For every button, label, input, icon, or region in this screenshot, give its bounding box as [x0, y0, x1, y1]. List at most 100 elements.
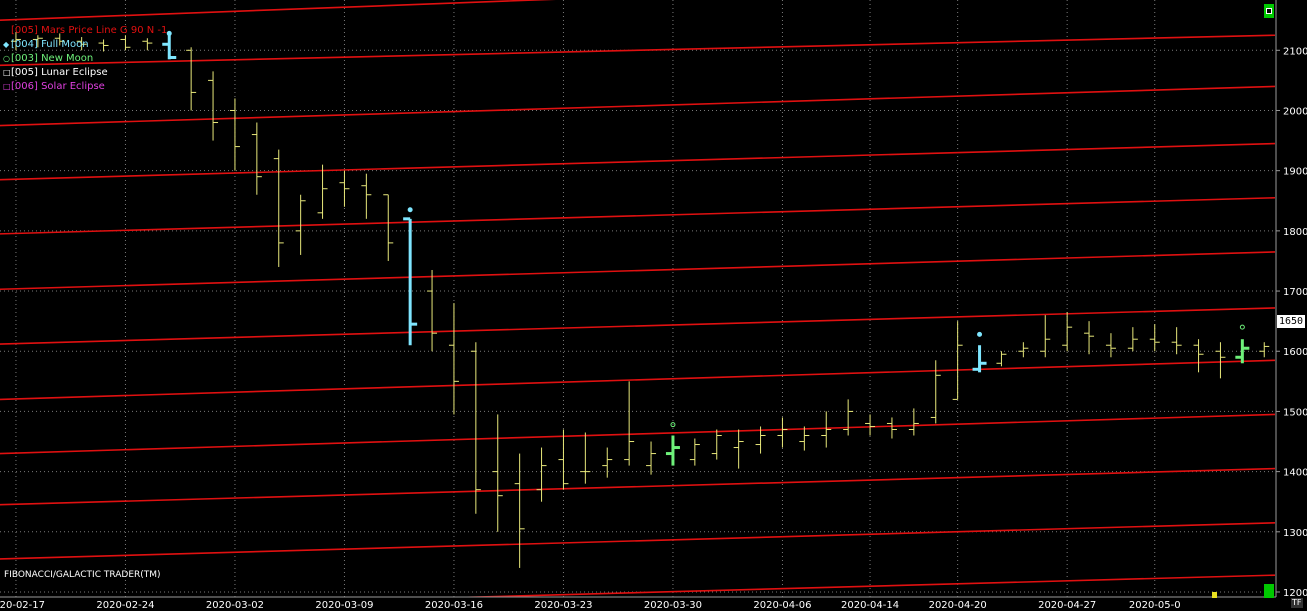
software-label: FIBONACCI/GALACTIC TRADER(TM) [4, 570, 161, 580]
ohlc-bar [799, 426, 810, 451]
window-toggle-icon [1266, 8, 1272, 14]
ohlc-bar [273, 149, 284, 267]
lunar-eclipse-icon: □ [3, 68, 11, 77]
ohlc-bar [777, 417, 788, 448]
x-tick-label: 2020-03-09 [315, 600, 373, 611]
legend-item-new-moon[interactable]: ○ [003] New Moon [3, 52, 167, 66]
bottom-right-corner-box[interactable] [1264, 584, 1274, 598]
ohlc-bar [996, 351, 1007, 367]
ohlc-bar [843, 399, 854, 436]
ohlc-bar [339, 170, 350, 207]
y-tick-label: 1900 [1283, 167, 1307, 178]
last-price-tag: 1650 [1277, 315, 1305, 328]
y-tick-label: 2100 [1283, 46, 1307, 57]
ohlc-bar [1062, 312, 1073, 352]
legend-item-solar-eclipse[interactable]: □ [006] Solar Eclipse [3, 80, 167, 94]
ohlc-bar [821, 411, 832, 448]
solar-eclipse-icon: □ [3, 82, 11, 91]
legend-label-solar-eclipse: [006] Solar Eclipse [11, 81, 105, 92]
legend-item-full-moon[interactable]: ◆ [004] Full Moon [3, 38, 167, 52]
x-tick-label: 2020-03-16 [425, 600, 483, 611]
ohlc-bar [886, 417, 897, 439]
top-right-corner-box[interactable] [1264, 4, 1274, 18]
legend-label-full-moon: [004] Full Moon [11, 39, 89, 50]
ohlc-bar [1105, 333, 1116, 358]
ohlc-bar [317, 164, 328, 219]
x-tick-label: 2020-04-14 [841, 600, 899, 611]
mars-price-line [0, 0, 556, 21]
x-tick-label: 2020-05-0 [1129, 600, 1181, 611]
ohlc-bar [1084, 321, 1095, 355]
y-tick-label: 1800 [1283, 227, 1307, 238]
ohlc-bar [733, 429, 744, 469]
mars-price-line [0, 251, 1276, 291]
legend-label-mars: [005] Mars Price Line G 90 N -1 [11, 25, 168, 36]
full-moon-marker [977, 331, 983, 337]
x-tick-label: 2020-03-02 [206, 600, 264, 611]
ohlc-bar [492, 414, 503, 532]
x-axis: 2020-02-17 2020-02-24 2020-03-02 2020-03-09… [0, 596, 1276, 611]
mars-price-line [0, 142, 1276, 181]
new-moon-icon: ○ [3, 54, 10, 63]
ohlc-bar [208, 71, 219, 141]
ohlc-bar [665, 422, 680, 466]
scroll-marker[interactable] [1212, 592, 1217, 598]
full-moon-marker [166, 30, 172, 36]
x-tick-label: 2020-04-06 [753, 600, 811, 611]
ohlc-bar [251, 122, 262, 195]
ohlc-bar [1259, 342, 1270, 358]
x-tick-label: 2020-02-24 [96, 600, 154, 611]
ohlc-bar [1193, 339, 1204, 373]
full-moon-icon: ◆ [3, 40, 10, 49]
y-axis-background [1276, 0, 1307, 611]
ohlc-bar [1149, 324, 1160, 352]
legend-label-new-moon: [003] New Moon [11, 53, 94, 64]
y-tick-label: 1600 [1283, 347, 1307, 358]
ohlc-bar [580, 432, 591, 484]
ohlc-bar [383, 194, 394, 261]
ohlc-bars-layer [10, 30, 1307, 568]
ohlc-bar [1171, 327, 1182, 355]
x-tick-label: 2020-03-30 [644, 600, 702, 611]
ohlc-bar [229, 98, 240, 171]
mars-price-line [0, 359, 1276, 401]
ohlc-bar [952, 321, 963, 400]
ohlc-bar [427, 269, 438, 352]
legend-item-lunar-eclipse[interactable]: □ [005] Lunar Eclipse [3, 66, 167, 80]
y-tick-label: 1400 [1283, 468, 1307, 479]
chart-svg: 1200130014001500160017001800190020002100… [0, 0, 1307, 611]
y-tick-label: 1300 [1283, 528, 1307, 539]
ohlc-bar [646, 441, 657, 475]
ohlc-bar [470, 342, 481, 514]
x-tick-label: 2020-03-23 [534, 600, 592, 611]
ohlc-bar [1215, 342, 1226, 379]
ohlc-bar [1127, 327, 1138, 352]
ohlc-bar [972, 331, 987, 373]
ohlc-bar [186, 47, 197, 111]
ohlc-bar [448, 303, 459, 415]
ohlc-bar [624, 381, 635, 466]
new-moon-marker [1239, 324, 1245, 330]
x-tick-label: 2020-04-27 [1038, 600, 1096, 611]
mars-price-line [0, 196, 1276, 235]
y-axis: 1200130014001500160017001800190020002100 [1275, 0, 1307, 611]
y-tick-label: 2000 [1283, 106, 1307, 117]
legend-label-lunar-eclipse: [005] Lunar Eclipse [11, 67, 108, 78]
ohlc-bar [865, 414, 876, 436]
ohlc-bar [1235, 324, 1250, 364]
y-tick-label: 1500 [1283, 407, 1307, 418]
timeframe-button[interactable]: TF [1291, 598, 1303, 608]
ohlc-bar [930, 360, 941, 424]
mars-price-line [0, 307, 1276, 345]
ohlc-bar [514, 453, 525, 568]
ohlc-bar [602, 447, 613, 478]
full-moon-marker [407, 207, 413, 213]
mars-price-line [0, 521, 1276, 560]
legend-item-mars-price-line[interactable]: [005] Mars Price Line G 90 N -1 [3, 24, 167, 38]
ohlc-bar [711, 429, 722, 460]
x-tick-label: 2020-02-17 [0, 600, 45, 611]
x-tick-label: 2020-04-20 [929, 600, 987, 611]
y-tick-label: 1700 [1283, 287, 1307, 298]
mars-price-line [0, 413, 1276, 455]
ohlc-bar [536, 447, 547, 502]
